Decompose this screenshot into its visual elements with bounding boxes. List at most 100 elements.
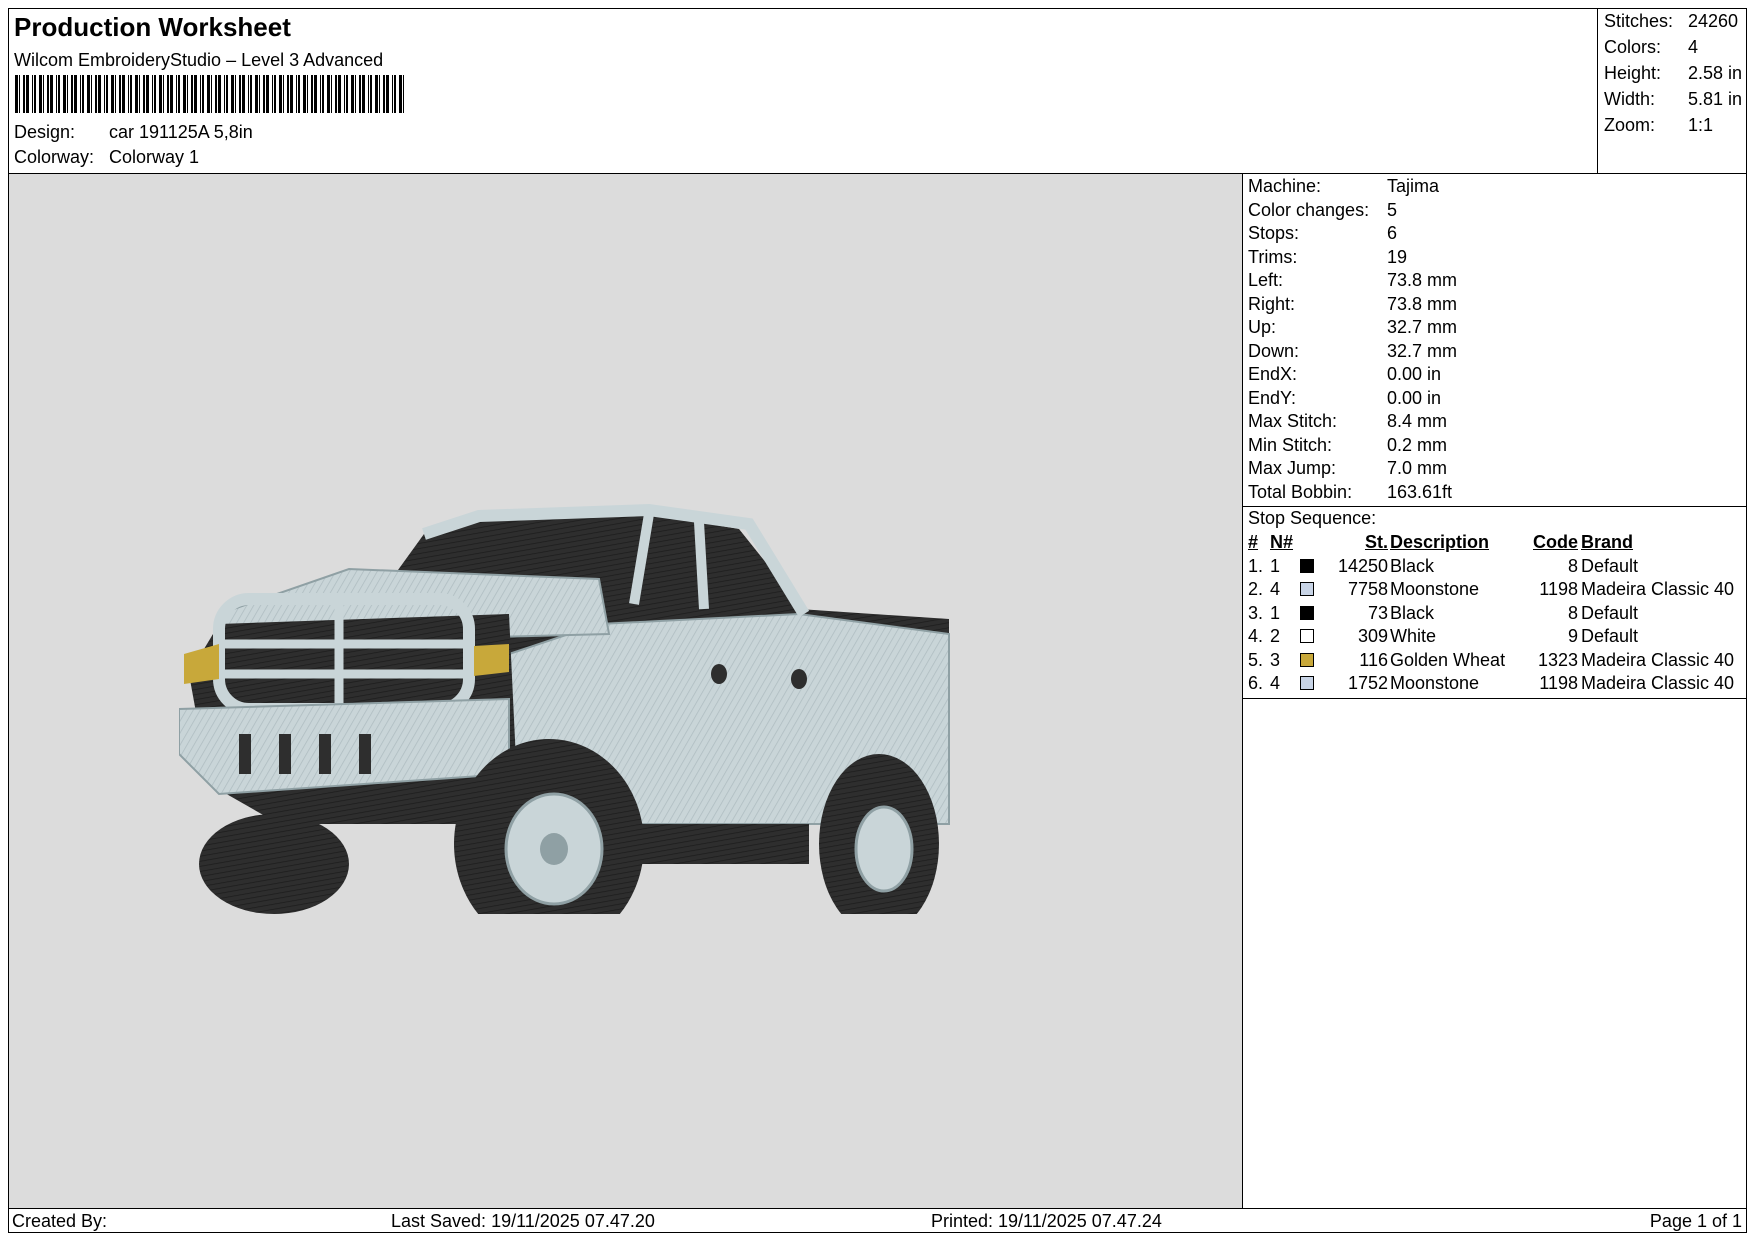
barcode-bar xyxy=(211,75,212,113)
info-label: EndY: xyxy=(1248,387,1297,408)
machine-info-row: Left: 73.8 mm xyxy=(1248,270,1457,291)
barcode-bar xyxy=(143,75,145,113)
software-name: Wilcom EmbroideryStudio – Level 3 Advanc… xyxy=(14,50,384,70)
barcode-bar xyxy=(279,75,282,113)
design-row: Design: car 191125A 5,8in xyxy=(14,122,253,143)
info-label: Total Bobbin: xyxy=(1248,481,1353,502)
page-number: Page 1 of 1 xyxy=(1649,1211,1742,1231)
column-header-idx: # xyxy=(1248,532,1259,552)
cell-code: 9 xyxy=(1567,626,1578,646)
barcode-bar xyxy=(50,75,53,113)
last-saved: Last Saved: 19/11/2025 07.47.20 xyxy=(391,1211,655,1231)
barcode-bar xyxy=(207,75,210,113)
barcode-bar xyxy=(159,75,162,113)
barcode-bar xyxy=(26,75,29,113)
info-label: Stops: xyxy=(1248,223,1300,243)
machine-info-row: Color changes: 5 xyxy=(1248,200,1397,221)
barcode-bar xyxy=(351,75,354,113)
stat-value: 24260 xyxy=(1688,11,1739,31)
barcode-bar xyxy=(283,75,284,113)
barcode-bar xyxy=(290,75,293,113)
colorway-value: Colorway 1 xyxy=(109,147,200,167)
stop-sequence-row: 4. 2 309 White 9 Default xyxy=(1248,626,1743,648)
info-value: 5 xyxy=(1387,199,1398,220)
barcode-bar xyxy=(226,75,228,113)
barcode-bar xyxy=(47,75,49,113)
barcode-bar xyxy=(80,75,81,113)
cell-idx: 3. xyxy=(1248,602,1264,623)
stat-zoom: Zoom: 1:1 xyxy=(1604,115,1713,136)
barcode-bar xyxy=(91,75,92,113)
cell-code: 8 xyxy=(1567,555,1578,576)
machine-info-row: Total Bobbin: 163.61ft xyxy=(1248,482,1452,503)
info-label: Left: xyxy=(1248,270,1284,290)
stat-value: 1:1 xyxy=(1688,115,1714,135)
barcode-bar xyxy=(287,75,289,113)
barcode-bar xyxy=(255,75,258,113)
barcode-bar xyxy=(95,75,97,113)
barcode-bar xyxy=(311,75,313,113)
barcode-bar xyxy=(272,75,273,113)
barcode-bar xyxy=(335,75,337,113)
barcode xyxy=(15,75,404,113)
barcode-bar xyxy=(135,75,138,113)
cell-code: 1198 xyxy=(1539,673,1578,693)
created-by: Created By: xyxy=(12,1211,108,1231)
barcode-bar xyxy=(298,75,300,113)
barcode-bar xyxy=(146,75,149,113)
info-label: Max Jump: xyxy=(1248,458,1337,478)
barcode-bar xyxy=(183,75,186,113)
barcode-bar xyxy=(218,75,221,113)
barcode-bar xyxy=(87,75,90,113)
barcode-bar xyxy=(386,75,389,113)
cell-brand: Madeira Classic 40 xyxy=(1581,579,1735,599)
barcode-bar xyxy=(167,75,169,113)
machine-info-row: Stops: 6 xyxy=(1248,223,1397,244)
cell-n: 2 xyxy=(1270,626,1281,646)
stop-sequence-row: 3. 1 73 Black 8 Default xyxy=(1248,603,1743,625)
barcode-bar xyxy=(67,75,68,113)
info-label: Down: xyxy=(1248,340,1300,361)
stat-colors: Colors: 4 xyxy=(1604,37,1698,58)
barcode-bar xyxy=(399,75,402,113)
cell-idx: 6. xyxy=(1248,673,1264,693)
printed-date: Printed: 19/11/2025 07.47.24 xyxy=(931,1211,1162,1231)
color-swatch xyxy=(1300,676,1314,690)
pickup-truck-embroidery-image xyxy=(179,503,950,914)
barcode-bar xyxy=(32,75,33,113)
cell-idx: 2. xyxy=(1248,579,1264,599)
barcode-bar xyxy=(152,75,153,113)
stat-value: 5.81 in xyxy=(1688,89,1743,109)
barcode-bar xyxy=(303,75,306,113)
cell-desc: Golden Wheat xyxy=(1390,649,1506,670)
cell-idx: 5. xyxy=(1248,649,1264,670)
machine-info-row: Machine: Tajima xyxy=(1248,176,1439,197)
production-worksheet: Production Worksheet Wilcom EmbroiderySt… xyxy=(8,8,1747,1233)
color-swatch xyxy=(1300,652,1314,667)
barcode-bar xyxy=(115,75,116,113)
barcode-bar xyxy=(403,75,404,113)
barcode-bar xyxy=(63,75,66,113)
barcode-bar xyxy=(23,75,25,113)
cell-brand: Default xyxy=(1581,626,1639,646)
barcode-bar xyxy=(320,75,321,113)
cell-desc: White xyxy=(1390,626,1437,646)
barcode-bar xyxy=(263,75,265,113)
barcode-bar xyxy=(274,75,276,113)
cell-brand: Madeira Classic 40 xyxy=(1581,673,1735,693)
stat-label: Width: xyxy=(1604,89,1656,109)
barcode-bar xyxy=(239,75,241,113)
cell-n: 1 xyxy=(1270,555,1281,576)
info-value: 32.7 mm xyxy=(1387,317,1458,337)
info-label: EndX: xyxy=(1248,364,1298,384)
barcode-bar xyxy=(359,75,361,113)
cell-brand: Madeira Classic 40 xyxy=(1581,649,1735,670)
barcode-bar xyxy=(235,75,236,113)
info-value: 73.8 mm xyxy=(1387,270,1458,290)
barcode-bar xyxy=(139,75,140,113)
color-swatch xyxy=(1300,558,1314,573)
info-value: 19 xyxy=(1387,246,1408,267)
info-value: Tajima xyxy=(1387,176,1440,196)
info-value: 163.61ft xyxy=(1387,481,1453,502)
cell-code: 1323 xyxy=(1537,649,1578,670)
